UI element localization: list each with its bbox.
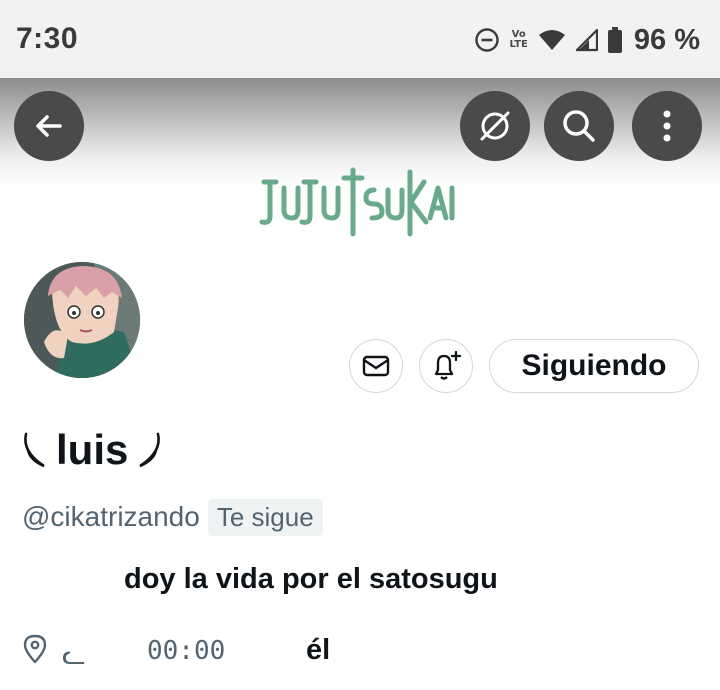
status-time: 7:30 xyxy=(16,22,79,55)
avatar[interactable] xyxy=(21,259,143,381)
mail-icon xyxy=(362,355,390,377)
display-name: luis xyxy=(56,426,129,473)
arrow-left-icon xyxy=(36,115,62,137)
search-button[interactable] xyxy=(544,91,614,161)
user-handle: @cikatrizando xyxy=(22,501,200,532)
message-button[interactable] xyxy=(349,339,403,393)
battery-percent: 96 % xyxy=(633,23,700,56)
volte-bottom: LTE xyxy=(509,39,528,50)
signal-icon xyxy=(575,28,598,52)
bell-plus-icon xyxy=(434,350,462,380)
more-vertical-icon xyxy=(663,110,671,142)
following-button[interactable]: Siguiendo xyxy=(489,339,699,393)
avatar-image xyxy=(24,262,140,378)
profile-banner xyxy=(0,78,720,246)
handle-row: @cikatrizando Te sigue xyxy=(22,496,323,538)
status-icons: Vo LTE 96 % xyxy=(474,22,700,58)
follows-you-badge: Te sigue xyxy=(207,498,323,536)
bio: doy la vida por el satosugu xyxy=(124,563,498,595)
right-wing-icon xyxy=(139,432,161,468)
no-notifications-button[interactable] xyxy=(460,91,530,161)
wifi-icon xyxy=(538,28,566,52)
display-name-row: luis xyxy=(20,422,164,478)
location-text: ᓚ xyxy=(62,639,86,670)
more-options-button[interactable] xyxy=(632,91,702,161)
back-button[interactable] xyxy=(14,91,84,161)
search-icon xyxy=(563,110,595,142)
volte-icon: Vo LTE xyxy=(510,30,528,50)
left-wing-icon xyxy=(24,432,45,468)
meta-time-text: 00:00 xyxy=(147,636,226,666)
location-icon xyxy=(23,634,47,664)
meta-word: él xyxy=(306,634,331,666)
banner-logo xyxy=(259,167,455,237)
battery-icon xyxy=(607,27,622,53)
do-not-disturb-icon xyxy=(474,27,500,53)
status-bar: 7:30 Vo LTE 96 % xyxy=(0,0,720,78)
notifications-button[interactable] xyxy=(419,339,473,393)
no-notifications-icon xyxy=(480,111,510,141)
profile-meta-row: ᓚ 00:00 él xyxy=(22,628,702,672)
